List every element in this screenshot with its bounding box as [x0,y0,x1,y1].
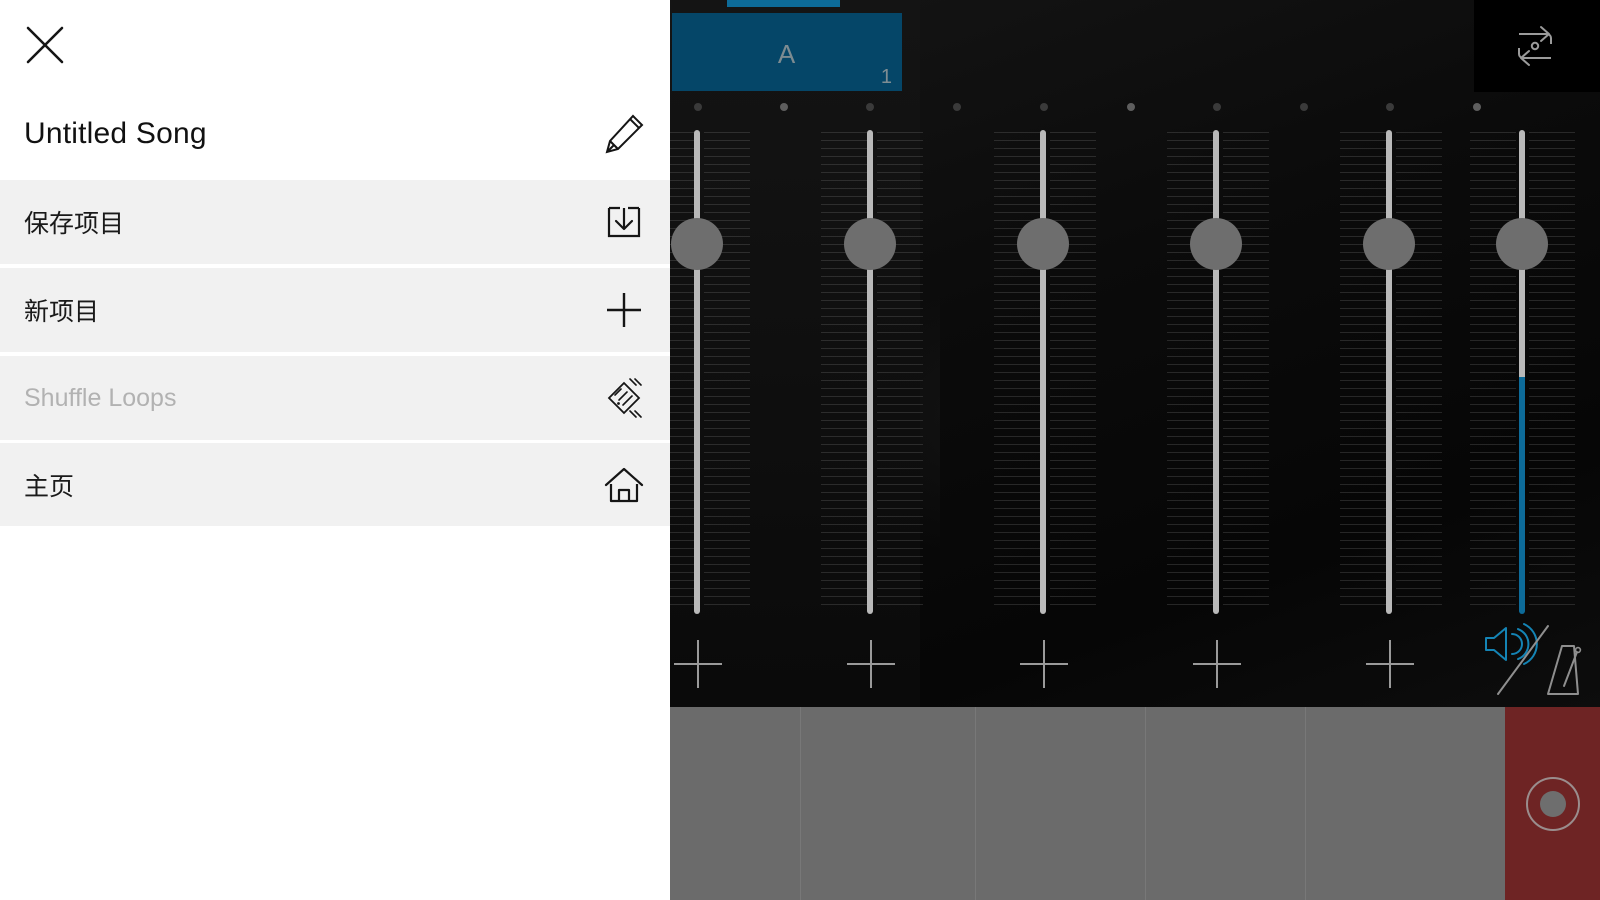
record-button-ring [1525,776,1580,831]
song-menu-panel: Untitled Song 保存项目 新项目 Shuffle Loops 主页 [0,0,670,900]
fader-track [867,130,873,614]
bottom-bar-divider [1305,707,1306,900]
plus-icon [600,286,648,334]
shuffle-loops-icon [600,374,648,422]
song-title-row[interactable]: Untitled Song [0,96,670,172]
fader-ticks [1223,132,1269,612]
menu-item-label: 主页 [24,472,75,501]
channel-4-fader[interactable] [1213,130,1219,614]
fader-track [1519,130,1525,614]
menu-item-shuffle-loops[interactable]: Shuffle Loops [0,356,670,442]
channel-dot[interactable] [694,103,702,111]
app-root: A 1 Untitled Song 保存项目 新项目 Shuffle Loops… [0,0,1600,900]
close-button[interactable] [22,22,68,68]
channel-1-fader-thumb[interactable] [671,218,723,270]
master-fader-thumb[interactable] [1496,218,1548,270]
bottom-bar-divider [800,707,801,900]
channel-3-fader[interactable] [1040,130,1046,614]
fader-ticks [877,132,923,612]
channel-dot[interactable] [1300,103,1308,111]
add-track-4-button[interactable] [1193,640,1241,688]
add-track-5-button[interactable] [1366,640,1414,688]
channel-dot[interactable] [1386,103,1394,111]
channel-dot[interactable] [1213,103,1221,111]
channel-4-fader-thumb[interactable] [1190,218,1242,270]
fader-ticks [821,132,867,612]
fader-ticks [1470,132,1516,612]
close-icon [22,22,68,68]
fader-track [1386,130,1392,614]
channel-dot[interactable] [866,103,874,111]
channel-2-fader[interactable] [867,130,873,614]
fader-ticks [1340,132,1386,612]
menu-item-new-project[interactable]: 新项目 [0,268,670,354]
channel-dot[interactable] [953,103,961,111]
menu-item-home[interactable]: 主页 [0,443,670,528]
channel-5-fader[interactable] [1386,130,1392,614]
fader-ticks [994,132,1040,612]
save-to-box-icon [600,198,648,246]
channel-dot[interactable] [780,103,788,111]
add-track-3-button[interactable] [1020,640,1068,688]
audio-settings-cluster [1478,622,1588,700]
fader-ticks [1050,132,1096,612]
fader-track [1213,130,1219,614]
channel-5-fader-thumb[interactable] [1363,218,1415,270]
channel-dot[interactable] [1127,103,1135,111]
section-clip-a[interactable]: A 1 [672,13,902,91]
loop-icon [1511,24,1563,68]
channel-dot[interactable] [1473,103,1481,111]
bottom-bar-divider [1145,707,1146,900]
menu-item-label: Shuffle Loops [24,383,177,412]
section-progress-bar [727,0,840,7]
master-fader[interactable] [1519,130,1525,614]
fader-ticks [704,132,750,612]
record-button[interactable] [1505,707,1600,900]
section-number: 1 [880,66,892,88]
fader-ticks [1167,132,1213,612]
menu-item-save-project[interactable]: 保存项目 [0,180,670,266]
fader-ticks [1396,132,1442,612]
home-icon [600,461,648,509]
add-track-2-button[interactable] [847,640,895,688]
channel-3-fader-thumb[interactable] [1017,218,1069,270]
menu-item-label: 保存项目 [24,210,125,238]
menu-item-label: 新项目 [24,298,100,326]
channel-dot[interactable] [1040,103,1048,111]
bottom-bar-divider [975,707,976,900]
pencil-icon [600,110,648,158]
loop-button[interactable] [1474,0,1600,92]
fader-track [694,130,700,614]
add-track-1-button[interactable] [674,640,722,688]
edit-song-title-button[interactable] [600,110,648,158]
channel-2-fader-thumb[interactable] [844,218,896,270]
fader-track [1040,130,1046,614]
section-letter: A [777,39,797,69]
song-title: Untitled Song [24,117,207,150]
record-button-dot [1539,790,1566,817]
bottom-track-bar [670,707,1600,900]
channel-1-fader[interactable] [694,130,700,614]
fader-ticks [1529,132,1575,612]
